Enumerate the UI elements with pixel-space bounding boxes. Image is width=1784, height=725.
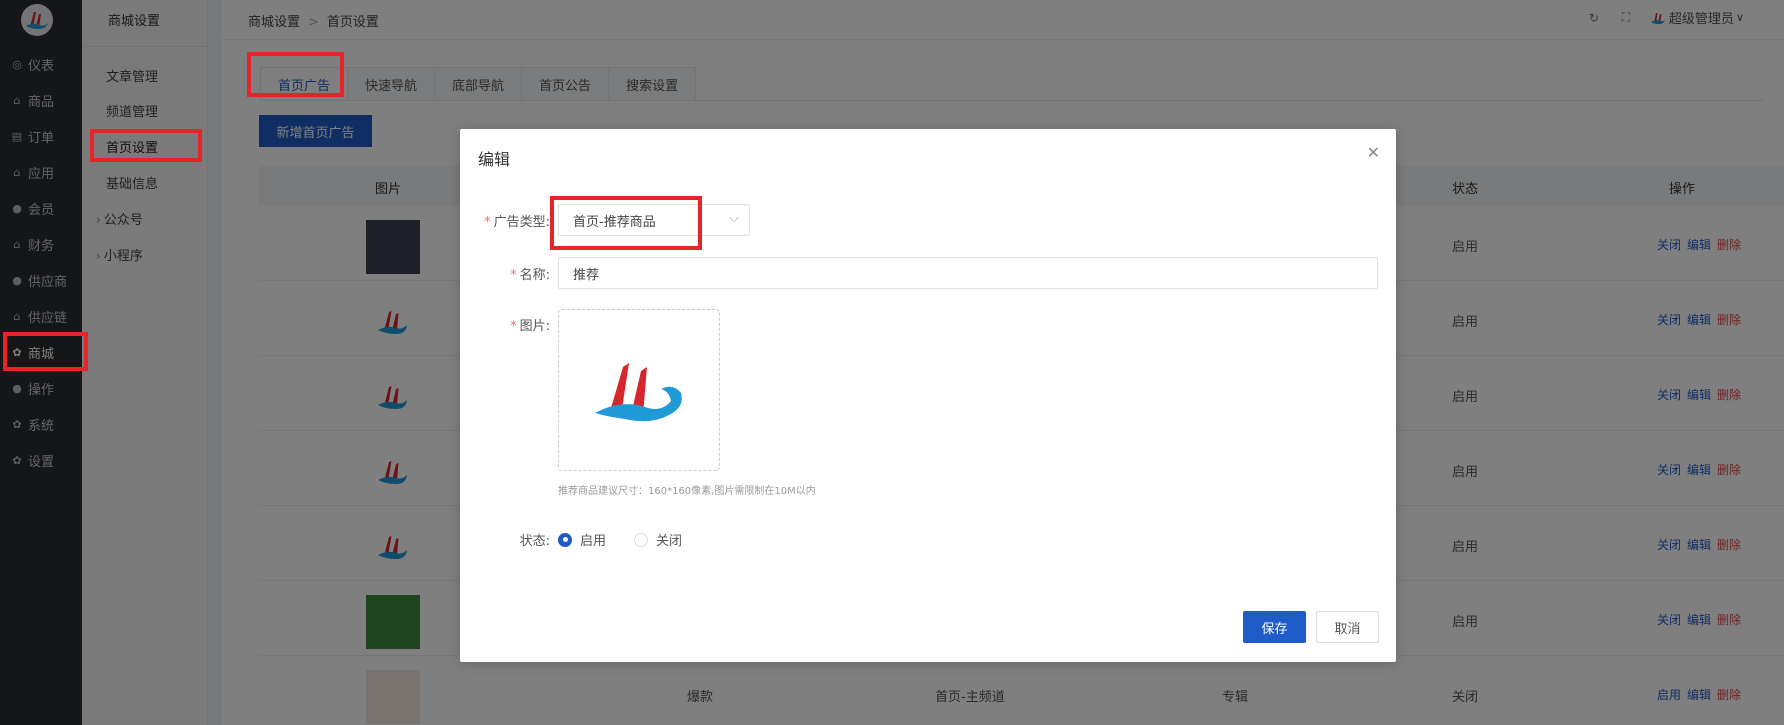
required-mark: * [484, 215, 491, 230]
name-input[interactable]: 推荐 [558, 257, 1378, 289]
annotation-highlight-tab [247, 52, 344, 97]
required-mark: * [510, 268, 517, 283]
uploaded-logo-image [595, 363, 682, 422]
name-label: * 名称: [460, 264, 550, 283]
chevron-down-icon: ⌵ [729, 211, 739, 226]
image-label: * 图片: [460, 315, 550, 334]
cancel-button[interactable]: 取消 [1316, 611, 1379, 643]
image-size-hint: 推荐商品建议尺寸：160*160像素,图片需限制在10M以内 [558, 486, 816, 497]
radio-enabled-label[interactable]: 启用 [580, 530, 606, 549]
annotation-highlight-submenu [90, 129, 202, 162]
name-input-value: 推荐 [573, 267, 600, 283]
ad-type-label-text: 广告类型: [493, 215, 550, 230]
status-radio-group: 启用 关闭 [558, 530, 682, 549]
dialog-title: 编辑 [478, 150, 511, 169]
close-icon[interactable]: ✕ [1367, 143, 1380, 162]
image-upload[interactable] [558, 309, 720, 471]
ad-type-label: * 广告类型: [460, 211, 550, 230]
save-button[interactable]: 保存 [1243, 611, 1306, 643]
annotation-highlight-sidebar [3, 332, 88, 371]
image-label-text: 图片: [519, 319, 550, 334]
radio-disabled[interactable] [634, 532, 649, 547]
name-label-text: 名称: [519, 268, 550, 283]
status-label: 状态: [519, 534, 550, 549]
required-mark: * [510, 319, 517, 334]
annotation-highlight-ad-type [550, 196, 702, 250]
radio-enabled[interactable] [558, 532, 572, 547]
radio-disabled-label[interactable]: 关闭 [656, 530, 682, 549]
